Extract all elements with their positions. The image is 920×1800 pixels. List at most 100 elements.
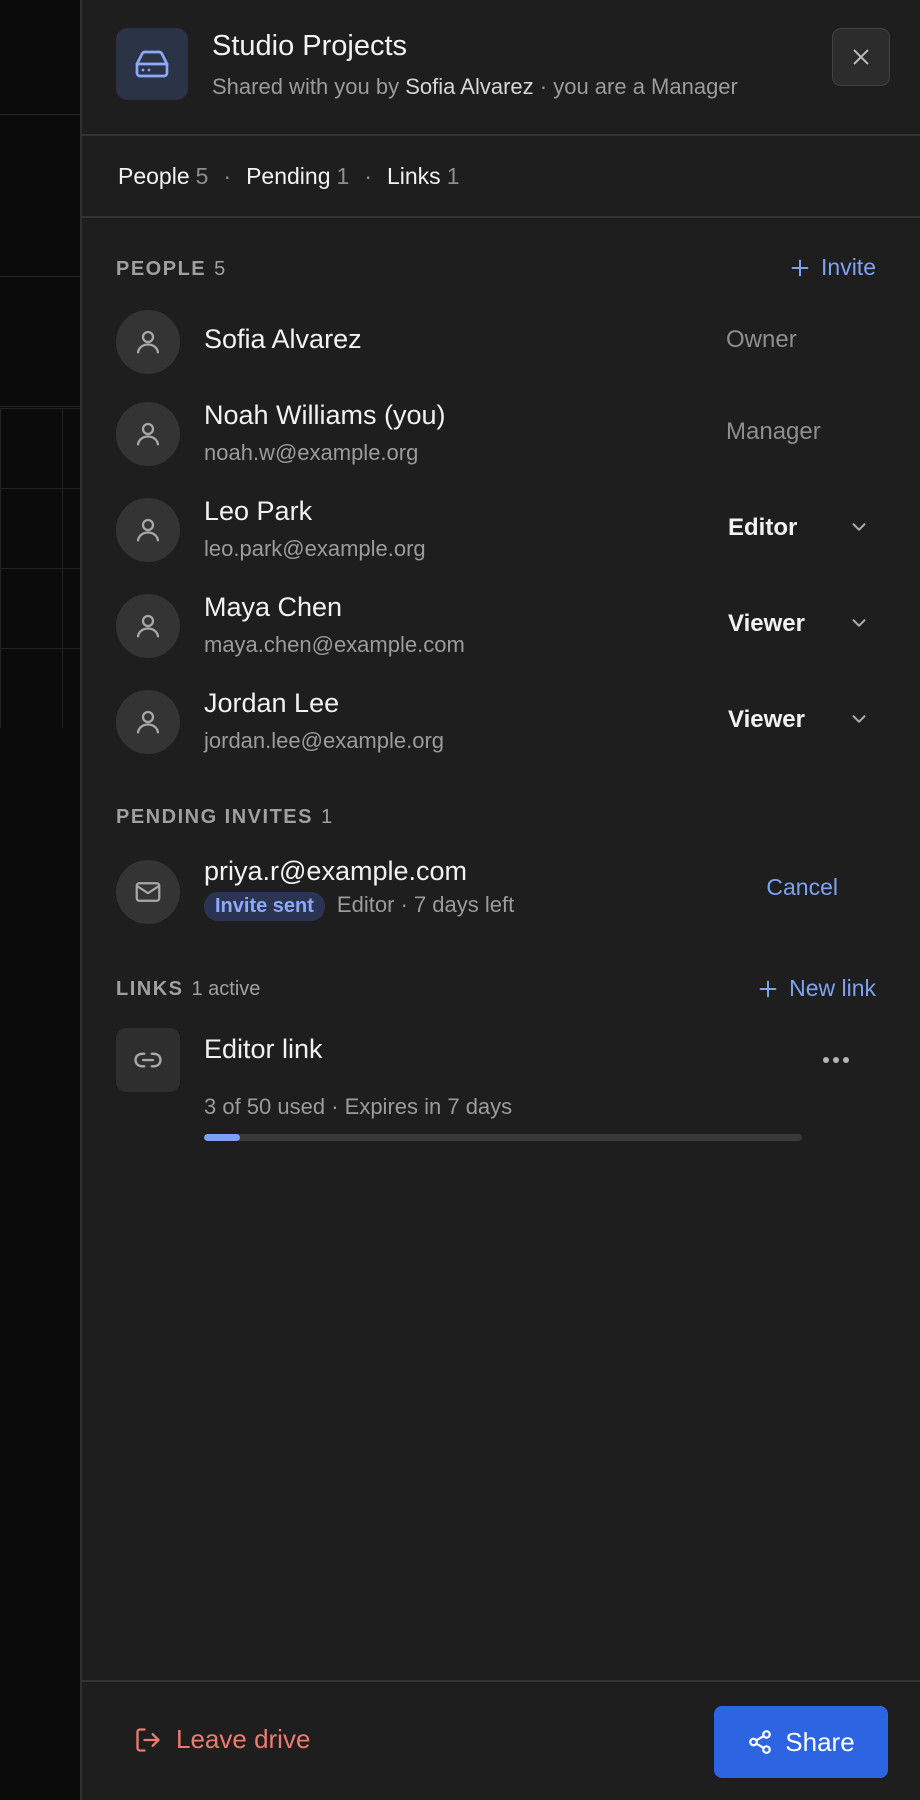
subtitle-prefix: Shared with you by <box>212 74 400 99</box>
user-icon <box>136 422 160 446</box>
tab-count: 5 <box>195 162 209 189</box>
avatar <box>116 402 180 466</box>
tab-label: People <box>118 162 190 189</box>
invite-email: priya.r@example.com <box>204 856 467 886</box>
section-title: PENDING INVITES <box>116 806 313 828</box>
role-select-value: Viewer <box>728 610 805 637</box>
tab-separator: · <box>364 162 372 189</box>
link-icon <box>116 1028 180 1092</box>
background-grid <box>0 408 80 728</box>
more-horizontal-icon <box>823 1057 849 1063</box>
new-link-button[interactable]: New link <box>757 975 876 1002</box>
section-count: 1 <box>320 806 333 828</box>
tab-people[interactable]: People 5 <box>118 163 208 190</box>
share-link-row: Editor link 3 of 50 used · Expires in 7 … <box>116 1028 886 1148</box>
people-section-label: PEOPLE 5 <box>116 258 225 281</box>
tab-pending[interactable]: Pending 1 <box>246 163 349 190</box>
plus-icon <box>791 259 809 276</box>
new-link-label: New link <box>789 975 876 1001</box>
link-usage: 3 of 50 used · Expires in 7 days <box>204 1094 513 1119</box>
close-button[interactable] <box>832 28 890 86</box>
user-icon <box>136 710 160 734</box>
status-badge: Invite sent <box>204 892 325 921</box>
role-select-value: Editor <box>728 514 798 541</box>
member-name: Sofia Alvarez <box>204 324 362 354</box>
tab-separator: · <box>223 162 232 189</box>
leave-drive-label: Leave drive <box>176 1724 311 1754</box>
background-band <box>0 114 80 277</box>
plus-icon <box>759 980 777 997</box>
background-band <box>0 0 80 115</box>
invite-label: Invite <box>821 254 876 280</box>
member-row: Leo Park leo.park@example.org Editor <box>116 494 886 564</box>
tab-label: Pending <box>246 162 331 189</box>
chevron-down-icon <box>852 619 866 627</box>
role-select[interactable]: Viewer <box>728 706 866 734</box>
link-name: Editor link <box>204 1034 323 1064</box>
avatar <box>116 310 180 374</box>
summary-tabs: People 5 · Pending 1 · Links 1 <box>82 136 920 218</box>
share-drawer: Studio Projects Shared with you by Sofia… <box>80 0 920 1800</box>
invite-button[interactable]: Invite <box>789 254 876 281</box>
member-row: Maya Chen maya.chen@example.com Viewer <box>116 590 886 660</box>
user-icon <box>136 330 160 354</box>
member-email: noah.w@example.org <box>204 440 419 465</box>
invite-details: Invite sent Editor · 7 days left <box>204 892 514 921</box>
log-out-icon <box>136 1727 160 1752</box>
member-name: Leo Park <box>204 496 313 526</box>
section-title: LINKS <box>116 978 184 1000</box>
close-icon <box>853 49 869 65</box>
chevron-down-icon <box>852 523 866 531</box>
avatar <box>116 690 180 754</box>
background-band <box>0 276 80 407</box>
avatar <box>116 860 180 924</box>
pending-invite-row: priya.r@example.com Invite sent Editor · … <box>116 856 886 926</box>
section-title: PEOPLE <box>116 258 207 280</box>
links-section-label: LINKS 1 active <box>116 978 260 1001</box>
drive-title: Studio Projects <box>212 30 408 62</box>
invite-meta: Editor · 7 days left <box>336 892 515 917</box>
tab-label: Links <box>386 162 441 189</box>
subtitle-suffix: · you are a Manager <box>539 74 738 99</box>
avatar <box>116 498 180 562</box>
role-select[interactable]: Viewer <box>728 610 866 638</box>
drawer-footer: Leave drive Share <box>82 1680 920 1800</box>
drive-subtitle: Shared with you by Sofia Alvarez · you a… <box>212 74 738 100</box>
link-usage-progress <box>204 1134 802 1141</box>
tab-count: 1 <box>336 162 350 189</box>
member-name: Noah Williams (you) <box>204 400 446 430</box>
drawer-header: Studio Projects Shared with you by Sofia… <box>82 0 920 136</box>
mail-icon <box>135 882 161 902</box>
link-options-button[interactable] <box>822 1052 850 1070</box>
tab-count: 1 <box>446 162 460 189</box>
cancel-invite-button[interactable]: Cancel <box>766 874 838 901</box>
progress-fill <box>204 1134 240 1141</box>
share-button[interactable]: Share <box>714 1706 888 1778</box>
member-row: Sofia Alvarez Owner <box>116 306 886 376</box>
member-role: Owner <box>726 326 797 353</box>
user-icon <box>136 614 160 638</box>
role-select-value: Viewer <box>728 706 805 733</box>
member-row: Noah Williams (you) noah.w@example.org M… <box>116 398 886 468</box>
hard-drive-icon <box>116 28 188 100</box>
member-row: Jordan Lee jordan.lee@example.org Viewer <box>116 686 886 756</box>
member-role: Manager <box>726 418 821 445</box>
member-email: maya.chen@example.com <box>204 632 465 657</box>
section-count: 5 <box>214 258 226 280</box>
member-email: leo.park@example.org <box>204 536 426 561</box>
share-icon <box>749 1730 772 1754</box>
background-app <box>0 0 82 1800</box>
tab-links[interactable]: Links 1 <box>387 163 460 190</box>
avatar <box>116 594 180 658</box>
chevron-down-icon <box>852 715 866 723</box>
role-select[interactable]: Editor <box>728 514 866 542</box>
links-active-count: 1 active <box>191 978 261 1000</box>
leave-drive-button[interactable]: Leave drive <box>134 1724 310 1755</box>
member-name: Maya Chen <box>204 592 343 622</box>
user-icon <box>136 518 160 542</box>
owner-name: Sofia Alvarez <box>405 74 534 99</box>
member-email: jordan.lee@example.org <box>204 728 445 753</box>
pending-section-label: PENDING INVITES 1 <box>116 806 332 829</box>
member-name: Jordan Lee <box>204 688 340 718</box>
share-label: Share <box>785 1726 855 1757</box>
